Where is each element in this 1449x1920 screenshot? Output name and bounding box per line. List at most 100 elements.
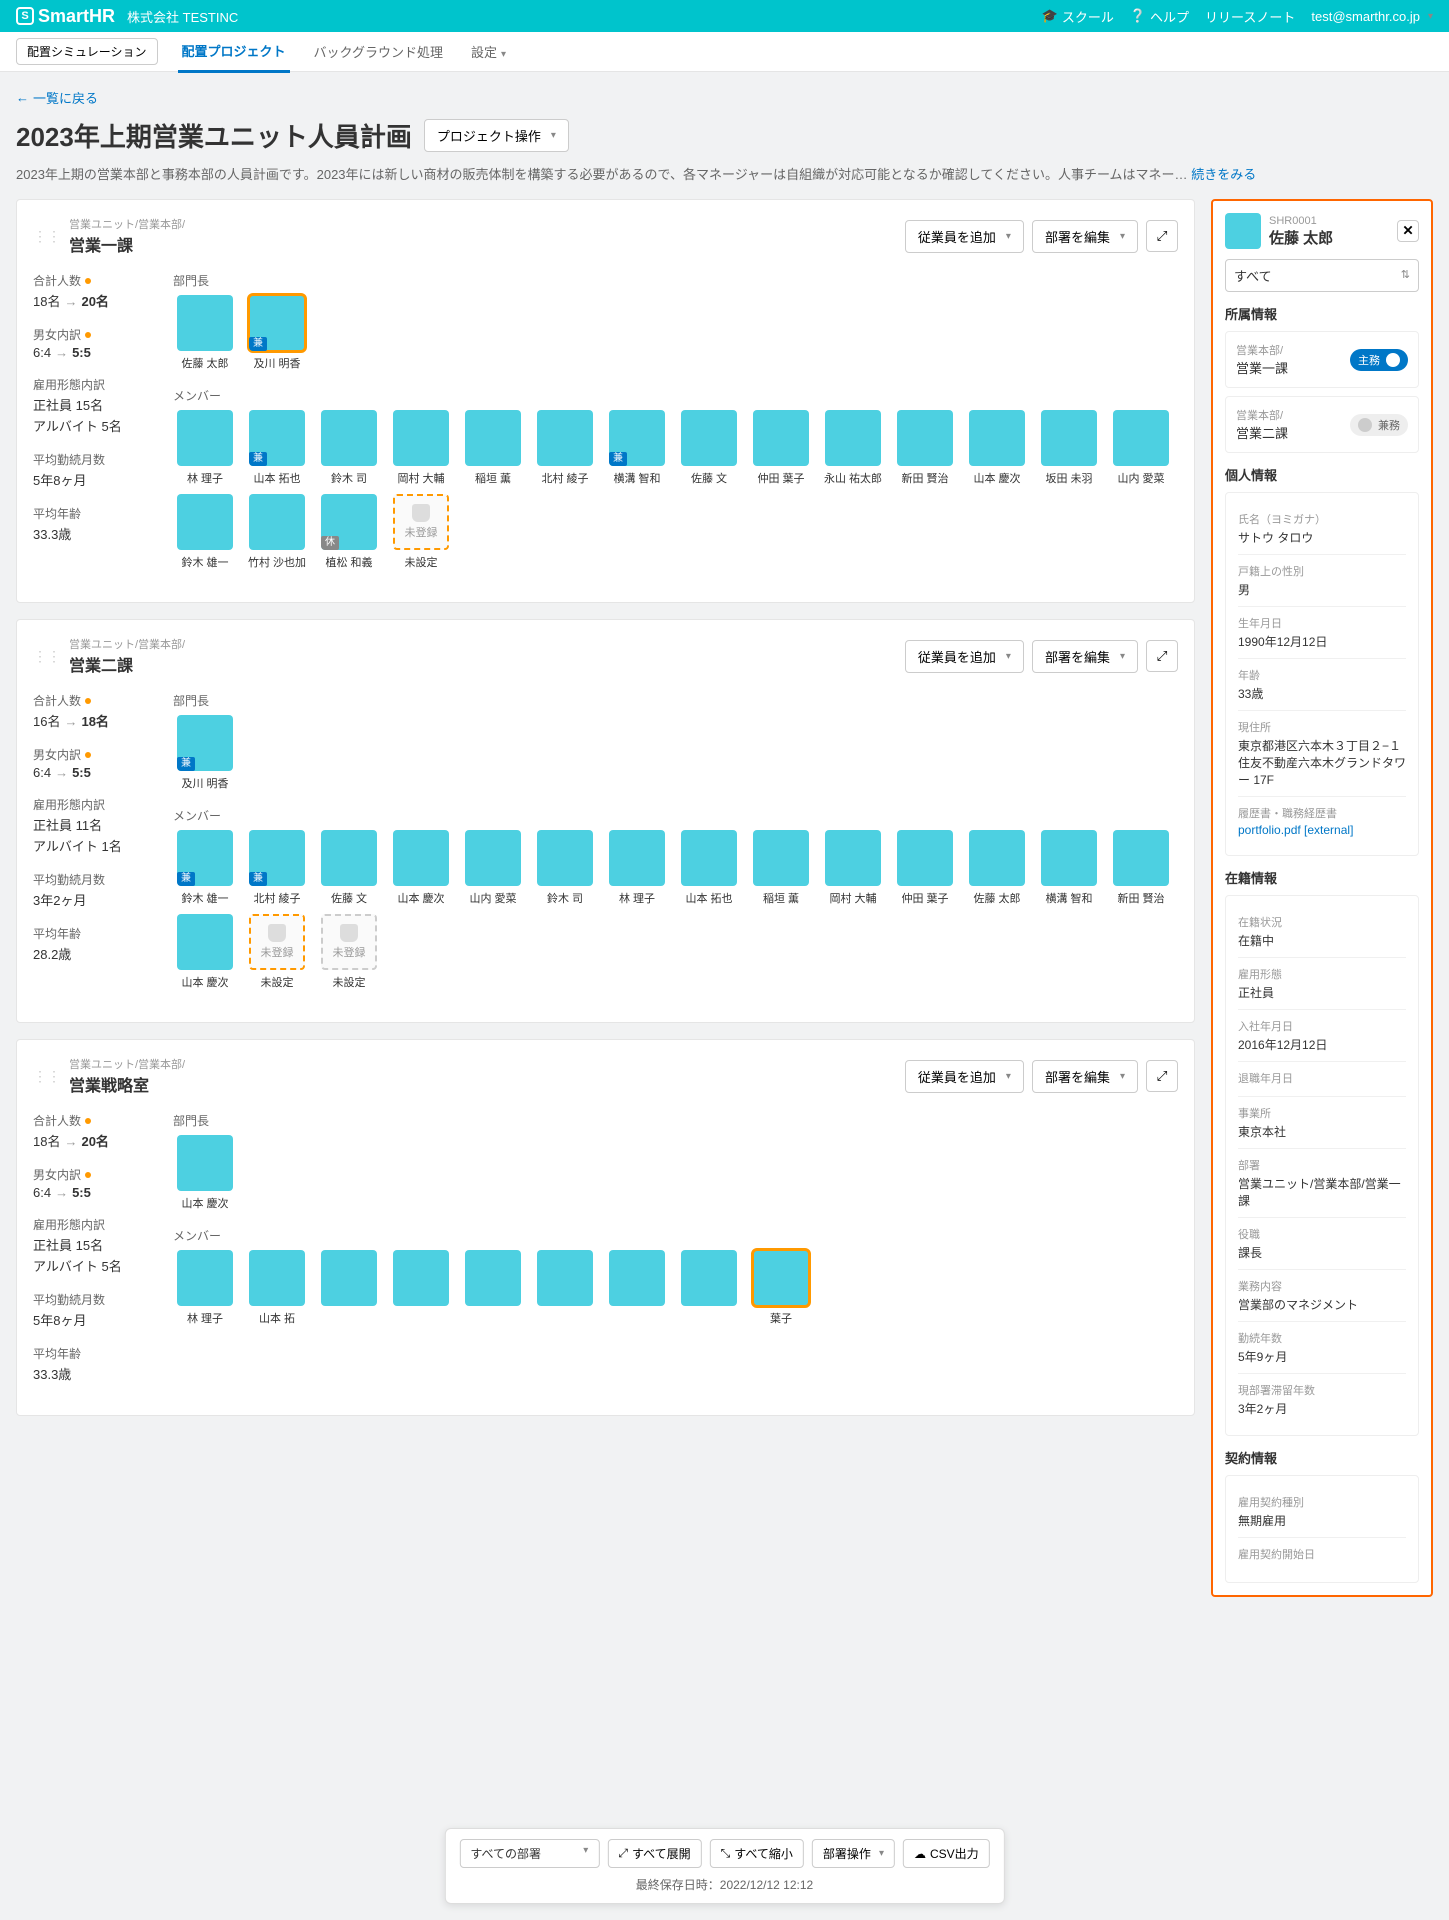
person-card[interactable]: 山本 拓: [245, 1250, 309, 1326]
person-card[interactable]: 休 植松 和義: [317, 494, 381, 570]
person-card[interactable]: 兼 及川 明香: [173, 715, 237, 791]
expand-icon: ⤢: [1157, 1068, 1168, 1084]
filter-select[interactable]: すべて: [1225, 259, 1419, 292]
project-operation-button[interactable]: プロジェクト操作: [424, 119, 569, 152]
add-employee-button[interactable]: 従業員を追加: [905, 640, 1024, 673]
add-employee-button[interactable]: 従業員を追加: [905, 220, 1024, 253]
person-card[interactable]: [533, 1250, 597, 1326]
edit-dept-button[interactable]: 部署を編集: [1032, 220, 1138, 253]
person-card[interactable]: 鈴木 司: [317, 410, 381, 486]
person-card[interactable]: 山内 愛菜: [1109, 410, 1173, 486]
person-card[interactable]: 新田 賢治: [893, 410, 957, 486]
person-card[interactable]: 佐藤 文: [317, 830, 381, 906]
person-card[interactable]: 山本 慶次: [173, 1135, 237, 1211]
person-card[interactable]: 新田 賢治: [1109, 830, 1173, 906]
person-name: 鈴木 司: [331, 470, 367, 486]
person-card[interactable]: 鈴木 司: [533, 830, 597, 906]
school-link[interactable]: 🎓スクール: [1042, 7, 1114, 26]
dept-filter-select[interactable]: すべての部署: [459, 1839, 599, 1868]
avatar: [465, 1250, 521, 1306]
avatar: [177, 1135, 233, 1191]
person-card[interactable]: 林 理子: [173, 410, 237, 486]
person-card[interactable]: 佐藤 太郎: [965, 830, 1029, 906]
drag-handle-icon[interactable]: ⋮⋮: [33, 648, 61, 665]
sim-button[interactable]: 配置シミュレーション: [16, 38, 158, 65]
close-button[interactable]: ✕: [1397, 220, 1419, 242]
person-card[interactable]: 佐藤 文: [677, 410, 741, 486]
concurrent-badge: 兼: [249, 337, 267, 351]
affiliation-toggle[interactable]: 兼務: [1350, 414, 1408, 436]
section-affiliation: 所属情報: [1225, 304, 1419, 323]
expand-button[interactable]: ⤢: [1146, 1060, 1178, 1092]
avatar: [969, 830, 1025, 886]
person-card[interactable]: 林 理子: [605, 830, 669, 906]
person-card[interactable]: 兼 横溝 智和: [605, 410, 669, 486]
edit-dept-button[interactable]: 部署を編集: [1032, 640, 1138, 673]
person-card[interactable]: 兼 北村 綾子: [245, 830, 309, 906]
read-more-link[interactable]: 続きをみる: [1191, 167, 1256, 182]
person-card[interactable]: 佐藤 太郎: [173, 295, 237, 371]
person-card[interactable]: 山本 拓也: [677, 830, 741, 906]
affiliation-toggle[interactable]: 主務: [1350, 349, 1408, 371]
avatar: 兼: [177, 830, 233, 886]
nav-settings[interactable]: 設定: [467, 32, 510, 71]
person-card[interactable]: [389, 1250, 453, 1326]
page-title: 2023年上期営業ユニット人員計画: [16, 117, 412, 154]
dept-operation-button[interactable]: 部署操作: [812, 1839, 895, 1868]
user-menu[interactable]: test@smarthr.co.jp: [1311, 9, 1433, 24]
person-card[interactable]: 林 理子: [173, 1250, 237, 1326]
person-card[interactable]: 山本 慶次: [389, 830, 453, 906]
person-card[interactable]: [461, 1250, 525, 1326]
person-name: 新田 賢治: [1117, 890, 1164, 906]
person-card[interactable]: [317, 1250, 381, 1326]
person-card[interactable]: 兼 山本 拓也: [245, 410, 309, 486]
person-card[interactable]: 坂田 未羽: [1037, 410, 1101, 486]
unassigned-slot[interactable]: 未登録 未設定: [389, 494, 453, 570]
person-card[interactable]: 兼 鈴木 雄一: [173, 830, 237, 906]
person-card[interactable]: 稲垣 薫: [749, 830, 813, 906]
info-value: 無期雇用: [1238, 1512, 1406, 1529]
person-card[interactable]: 岡村 大輔: [821, 830, 885, 906]
person-card[interactable]: 北村 綾子: [533, 410, 597, 486]
nav-background[interactable]: バックグラウンド処理: [310, 32, 447, 71]
person-card[interactable]: 稲垣 薫: [461, 410, 525, 486]
app-logo[interactable]: S SmartHR: [16, 6, 115, 27]
person-card[interactable]: 竹村 沙也加: [245, 494, 309, 570]
person-card[interactable]: 横溝 智和: [1037, 830, 1101, 906]
nav-project[interactable]: 配置プロジェクト: [178, 31, 290, 73]
info-link[interactable]: portfolio.pdf [external]: [1238, 823, 1406, 837]
unassigned-slot[interactable]: 未登録 未設定: [245, 914, 309, 990]
person-card[interactable]: 仲田 葉子: [893, 830, 957, 906]
person-name: 佐藤 太郎: [973, 890, 1020, 906]
person-card[interactable]: [605, 1250, 669, 1326]
person-card[interactable]: 永山 祐太郎: [821, 410, 885, 486]
collapse-all-button[interactable]: ⤡すべて縮小: [710, 1839, 804, 1868]
info-value: 3年2ヶ月: [1238, 1400, 1406, 1417]
person-card[interactable]: 山内 愛菜: [461, 830, 525, 906]
person-name: 横溝 智和: [613, 470, 660, 486]
back-link[interactable]: ←一覧に戻る: [16, 88, 98, 107]
person-card[interactable]: 兼 及川 明香: [245, 295, 309, 371]
person-card[interactable]: 葉子: [749, 1250, 813, 1326]
expand-button[interactable]: ⤢: [1146, 640, 1178, 672]
expand-button[interactable]: ⤢: [1146, 220, 1178, 252]
drag-handle-icon[interactable]: ⋮⋮: [33, 1068, 61, 1085]
release-notes-link[interactable]: リリースノート: [1205, 7, 1295, 26]
person-card[interactable]: 山本 慶次: [173, 914, 237, 990]
person-card[interactable]: 山本 慶次: [965, 410, 1029, 486]
add-employee-button[interactable]: 従業員を追加: [905, 1060, 1024, 1093]
help-link[interactable]: ❔ヘルプ: [1130, 7, 1189, 26]
person-card[interactable]: 鈴木 雄一: [173, 494, 237, 570]
drag-handle-icon[interactable]: ⋮⋮: [33, 228, 61, 245]
expand-all-button[interactable]: ⤢すべて展開: [607, 1839, 701, 1868]
person-card[interactable]: 仲田 葉子: [749, 410, 813, 486]
person-card[interactable]: [677, 1250, 741, 1326]
csv-export-button[interactable]: ☁CSV出力: [903, 1839, 990, 1868]
person-card[interactable]: 岡村 大輔: [389, 410, 453, 486]
dept-name: 営業戦略室: [69, 1072, 185, 1096]
unassigned-slot[interactable]: 未登録 未設定: [317, 914, 381, 990]
indicator-dot-icon: [85, 1172, 91, 1178]
info-row: 雇用契約開始日: [1238, 1538, 1406, 1572]
edit-dept-button[interactable]: 部署を編集: [1032, 1060, 1138, 1093]
heads-label: 部門長: [173, 692, 1178, 709]
